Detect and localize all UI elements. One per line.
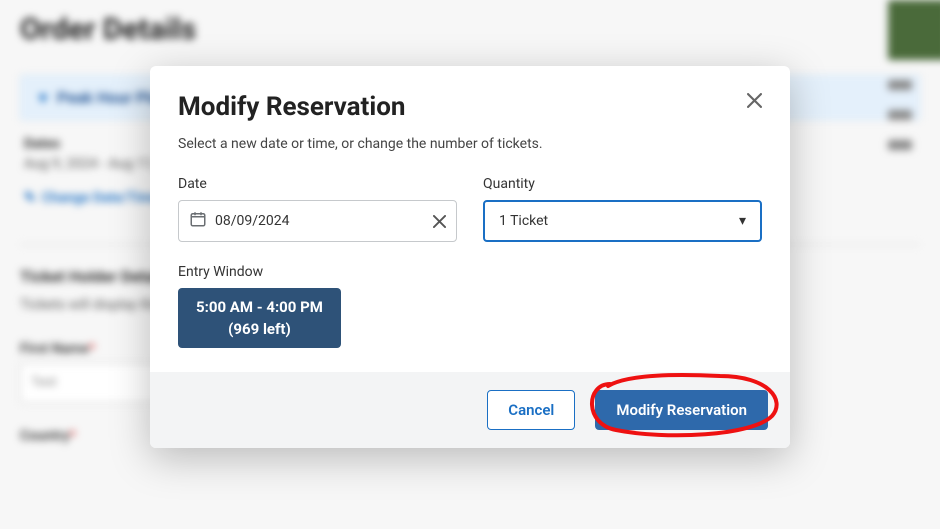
- date-input-wrap[interactable]: [178, 200, 457, 242]
- date-label: Date: [178, 176, 457, 192]
- modal-subtitle: Select a new date or time, or change the…: [178, 136, 762, 152]
- modal-title: Modify Reservation: [178, 92, 762, 122]
- entry-window-label: Entry Window: [178, 264, 762, 280]
- quantity-value: 1 Ticket: [499, 213, 548, 229]
- modal-footer: Cancel Modify Reservation: [150, 372, 790, 448]
- modal-overlay: Modify Reservation Select a new date or …: [0, 0, 940, 529]
- calendar-icon: [189, 210, 207, 232]
- caret-down-icon: ▾: [739, 213, 746, 229]
- cancel-button[interactable]: Cancel: [487, 390, 575, 430]
- modify-reservation-button[interactable]: Modify Reservation: [595, 390, 768, 430]
- entry-window-option[interactable]: 5:00 AM - 4:00 PM (969 left): [178, 288, 341, 348]
- entry-window-left: (969 left): [228, 320, 291, 338]
- close-icon: [747, 93, 762, 108]
- date-input[interactable]: [207, 213, 433, 229]
- quantity-label: Quantity: [483, 176, 762, 192]
- entry-window-time: 5:00 AM - 4:00 PM: [196, 298, 323, 316]
- clear-date-button[interactable]: [433, 215, 446, 228]
- close-button[interactable]: [740, 86, 768, 114]
- modify-reservation-modal: Modify Reservation Select a new date or …: [150, 66, 790, 448]
- x-icon: [433, 215, 446, 228]
- quantity-select[interactable]: 1 Ticket ▾: [483, 200, 762, 242]
